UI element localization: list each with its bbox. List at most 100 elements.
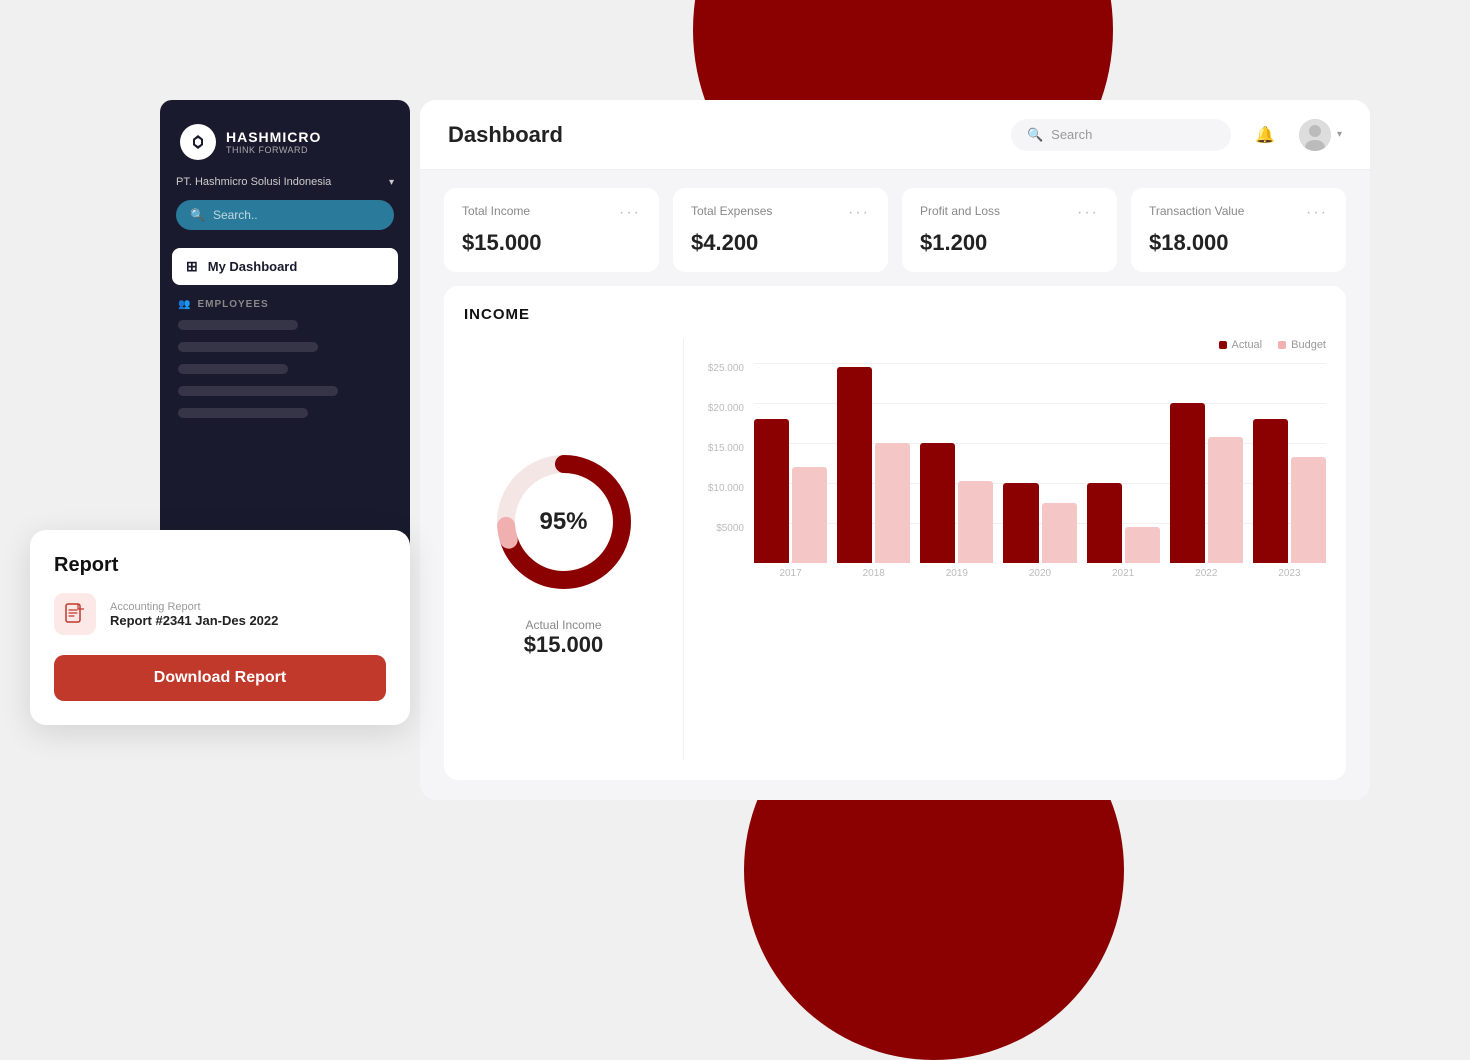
chevron-down-icon: ▾ — [389, 177, 394, 188]
logo-text: HASHMICRO THINK FORWARD — [226, 129, 321, 155]
bar-budget-2021 — [1125, 527, 1160, 563]
bar-budget-2017 — [792, 467, 827, 563]
bar-budget-2018 — [875, 443, 910, 563]
sidebar-search-input[interactable] — [213, 208, 380, 222]
bar-actual-2023 — [1253, 419, 1288, 563]
logo-icon — [180, 124, 216, 160]
legend-dot-actual — [1219, 341, 1227, 349]
donut-chart: 95% — [484, 442, 644, 602]
stat-label-profit: Profit and Loss — [920, 204, 1000, 218]
report-info: Accounting Report Report #2341 Jan-Des 2… — [110, 601, 278, 628]
sidebar-logo: HASHMICRO THINK FORWARD — [160, 100, 410, 176]
nav-skeleton-5 — [178, 408, 308, 418]
stat-label-transaction: Transaction Value — [1149, 204, 1244, 218]
brand-tagline: THINK FORWARD — [226, 145, 321, 155]
stat-label-expenses: Total Expenses — [691, 204, 772, 218]
stat-menu-transaction[interactable]: ··· — [1306, 204, 1328, 222]
x-label-2018: 2018 — [837, 568, 910, 579]
report-card: Report Accounting Report Report #2341 Ja… — [30, 530, 410, 725]
stat-menu-income[interactable]: ··· — [619, 204, 641, 222]
x-label-2019: 2019 — [920, 568, 993, 579]
actual-income-value: $15.000 — [524, 632, 604, 658]
year-group-2017 — [754, 363, 827, 563]
report-card-title: Report — [54, 554, 386, 577]
avatar-container[interactable]: ▾ — [1299, 119, 1342, 151]
search-input[interactable] — [1051, 127, 1215, 142]
y-label-1: $5000 — [716, 523, 744, 534]
stat-value-expenses: $4.200 — [691, 230, 870, 256]
income-section: INCOME 95% — [444, 286, 1346, 780]
x-label-2020: 2020 — [1003, 568, 1076, 579]
bar-actual-2020 — [1003, 483, 1038, 563]
stat-card-profit: Profit and Loss ··· $1.200 — [902, 188, 1117, 272]
income-right: Actual Budget $25.000 $20.000 $15.000 $1… — [704, 339, 1326, 760]
stat-menu-expenses[interactable]: ··· — [848, 204, 870, 222]
header-right: 🔍 🔔 ▾ — [1011, 117, 1342, 153]
x-label-2023: 2023 — [1253, 568, 1326, 579]
search-icon: 🔍 — [1027, 127, 1043, 143]
stat-value-transaction: $18.000 — [1149, 230, 1328, 256]
legend-actual: Actual — [1219, 339, 1263, 351]
income-section-title: INCOME — [464, 306, 1326, 323]
stat-card-transaction: Transaction Value ··· $18.000 — [1131, 188, 1346, 272]
stat-menu-profit[interactable]: ··· — [1077, 204, 1099, 222]
stats-row: Total Income ··· $15.000 Total Expenses … — [420, 170, 1370, 286]
stat-label-income: Total Income — [462, 204, 530, 218]
search-icon: 🔍 — [190, 208, 205, 222]
bar-actual-2019 — [920, 443, 955, 563]
stat-value-profit: $1.200 — [920, 230, 1099, 256]
nav-skeleton-1 — [178, 320, 298, 330]
legend-dot-budget — [1278, 341, 1286, 349]
chevron-down-icon: ▾ — [1337, 129, 1342, 140]
nav-skeleton-2 — [178, 342, 318, 352]
donut-center: 95% — [539, 508, 587, 536]
year-group-2021 — [1087, 363, 1160, 563]
year-group-2023 — [1253, 363, 1326, 563]
bar-budget-2023 — [1291, 457, 1326, 563]
x-label-2021: 2021 — [1087, 568, 1160, 579]
company-selector[interactable]: PT. Hashmicro Solusi Indonesia ▾ — [176, 176, 394, 188]
avatar — [1299, 119, 1331, 151]
bar-budget-2019 — [958, 481, 993, 563]
search-bar[interactable]: 🔍 — [1011, 119, 1231, 151]
year-group-2018 — [837, 363, 910, 563]
legend-budget: Budget — [1278, 339, 1326, 351]
bar-actual-2017 — [754, 419, 789, 563]
y-axis: $25.000 $20.000 $15.000 $10.000 $5000 — [704, 363, 752, 563]
bar-actual-2018 — [837, 367, 872, 563]
bars-container — [754, 363, 1326, 563]
dashboard-icon: ⊞ — [186, 258, 198, 275]
y-label-4: $20.000 — [708, 403, 744, 414]
x-label-2022: 2022 — [1170, 568, 1243, 579]
actual-income-label: Actual Income — [524, 618, 604, 632]
report-type: Accounting Report — [110, 601, 278, 613]
donut-percent: 95% — [539, 508, 587, 536]
download-report-button[interactable]: Download Report — [54, 655, 386, 701]
page-title: Dashboard — [448, 122, 563, 148]
y-label-3: $15.000 — [708, 443, 744, 454]
bar-chart-wrapper: $25.000 $20.000 $15.000 $10.000 $5000 — [704, 363, 1326, 583]
chart-legend: Actual Budget — [704, 339, 1326, 351]
company-name: PT. Hashmicro Solusi Indonesia — [176, 176, 331, 188]
stat-value-income: $15.000 — [462, 230, 641, 256]
x-label-2017: 2017 — [754, 568, 827, 579]
employees-section-label: 👥 EMPLOYEES — [160, 287, 410, 314]
x-labels: 2017 2018 2019 2020 2021 2022 2023 — [754, 563, 1326, 583]
brand-name: HASHMICRO — [226, 129, 321, 145]
nav-skeleton-3 — [178, 364, 288, 374]
dashboard-header: Dashboard 🔍 🔔 ▾ — [420, 100, 1370, 170]
sidebar-item-label: My Dashboard — [208, 259, 298, 274]
year-group-2020 — [1003, 363, 1076, 563]
bar-budget-2020 — [1042, 503, 1077, 563]
bar-budget-2022 — [1208, 437, 1243, 563]
report-name: Report #2341 Jan-Des 2022 — [110, 613, 278, 628]
year-group-2022 — [1170, 363, 1243, 563]
sidebar-item-dashboard[interactable]: ⊞ My Dashboard — [172, 248, 398, 285]
income-content: 95% Actual Income $15.000 Actual — [464, 339, 1326, 760]
y-label-5: $25.000 — [708, 363, 744, 374]
employees-icon: 👥 — [178, 299, 191, 310]
stat-card-expenses: Total Expenses ··· $4.200 — [673, 188, 888, 272]
bell-icon[interactable]: 🔔 — [1247, 117, 1283, 153]
sidebar-search-bar[interactable]: 🔍 — [176, 200, 394, 230]
report-file-icon — [54, 593, 96, 635]
